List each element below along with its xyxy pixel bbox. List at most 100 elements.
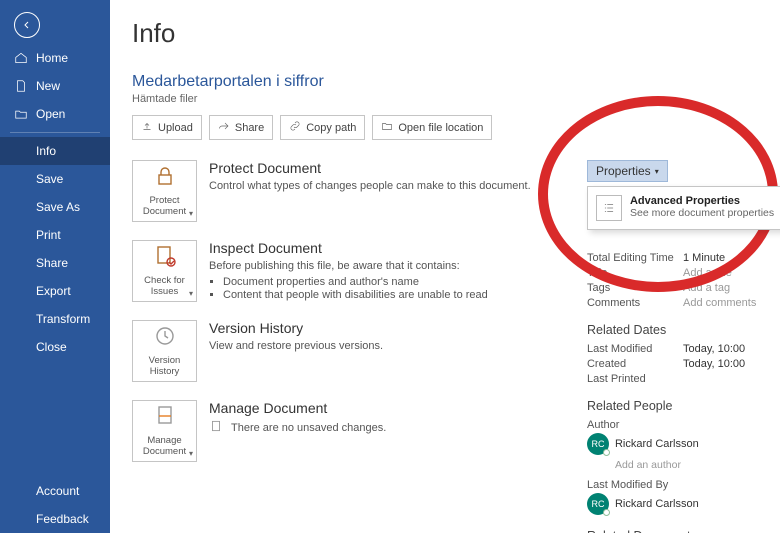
check-issues-button[interactable]: Check for Issues ▾ — [132, 240, 197, 302]
protect-document-button[interactable]: Protect Document ▾ — [132, 160, 197, 222]
history-icon — [153, 324, 177, 352]
new-doc-icon — [14, 79, 28, 93]
inspect-issue-item: Content that people with disabilities ar… — [223, 289, 488, 301]
backstage-sidebar: Home New Open Info Save Save As Print Sh… — [0, 0, 110, 533]
popover-desc: See more document properties — [630, 207, 774, 220]
prop-key: Last Printed — [587, 373, 683, 385]
sidebar-item-label: Info — [36, 144, 56, 158]
sidebar-item-info[interactable]: Info — [0, 137, 110, 165]
manage-desc: There are no unsaved changes. — [231, 422, 386, 434]
sidebar-item-label: Feedback — [36, 512, 89, 526]
prop-key: Last Modified — [587, 343, 683, 355]
share-icon — [218, 120, 230, 135]
prop-key: Tags — [587, 282, 683, 294]
chevron-down-icon: ▾ — [189, 449, 193, 458]
document-title: Medarbetarportalen i siffror — [132, 73, 780, 91]
sidebar-item-home[interactable]: Home — [0, 44, 110, 72]
version-history-button[interactable]: Version History — [132, 320, 197, 382]
sidebar-item-transform[interactable]: Transform — [0, 305, 110, 333]
history-desc: View and restore previous versions. — [209, 339, 383, 354]
check-issues-icon — [153, 244, 177, 272]
manage-doc-icon — [153, 404, 177, 432]
upload-button[interactable]: Upload — [132, 115, 202, 140]
prop-key: Comments — [587, 297, 683, 309]
prop-placeholder[interactable]: Add comments — [683, 297, 756, 309]
manage-heading: Manage Document — [209, 400, 386, 416]
share-button[interactable]: Share — [209, 115, 273, 140]
lock-icon — [153, 164, 177, 192]
modifiedby-person[interactable]: RC Rickard Carlsson — [587, 493, 780, 515]
properties-dropdown[interactable]: Properties ▾ — [587, 160, 668, 182]
sidebar-item-label: Export — [36, 284, 71, 298]
prop-key: Author — [587, 419, 683, 431]
history-heading: Version History — [209, 320, 383, 336]
inspect-desc: Before publishing this file, be aware th… — [209, 259, 488, 274]
sidebar-item-label: Save — [36, 172, 63, 186]
avatar: RC — [587, 493, 609, 515]
home-icon — [14, 51, 28, 65]
prop-value: Today, 10:00 — [683, 343, 745, 355]
properties-panel: Properties ▾ Advanced Properties See mor… — [587, 160, 780, 533]
upload-icon — [141, 120, 153, 135]
prop-value: Today, 10:00 — [683, 358, 745, 370]
arrow-left-icon — [21, 19, 33, 31]
open-icon — [14, 107, 28, 121]
sidebar-item-account[interactable]: Account — [0, 477, 110, 505]
popover-title: Advanced Properties — [630, 195, 774, 207]
document-icon — [209, 419, 223, 436]
back-button[interactable] — [14, 12, 40, 38]
main-area: Info Medarbetarportalen i siffror Hämtad… — [110, 0, 780, 533]
prop-key: Total Editing Time — [587, 252, 683, 264]
prop-key: Title — [587, 267, 683, 279]
prop-key: Last Modified By — [587, 479, 683, 491]
chevron-down-icon: ▾ — [655, 167, 659, 176]
info-toolbar: Upload Share Copy path Open file locatio… — [132, 115, 780, 140]
sidebar-item-saveas[interactable]: Save As — [0, 193, 110, 221]
sidebar-item-label: New — [36, 79, 60, 93]
sidebar-item-close[interactable]: Close — [0, 333, 110, 361]
sidebar-separator — [10, 132, 100, 133]
sidebar-item-save[interactable]: Save — [0, 165, 110, 193]
chevron-down-icon: ▾ — [189, 289, 193, 298]
properties-list-icon — [596, 195, 622, 221]
copy-path-button[interactable]: Copy path — [280, 115, 365, 140]
add-author-link[interactable]: Add an author — [615, 459, 780, 471]
person-name: Rickard Carlsson — [615, 438, 699, 450]
sidebar-item-label: Home — [36, 51, 68, 65]
protect-heading: Protect Document — [209, 160, 531, 176]
prop-key: Created — [587, 358, 683, 370]
sidebar-item-label: Close — [36, 340, 67, 354]
related-people-heading: Related People — [587, 399, 780, 413]
sidebar-item-label: Account — [36, 484, 79, 498]
document-location: Hämtade filer — [132, 93, 780, 105]
link-icon — [289, 120, 301, 135]
sidebar-item-share[interactable]: Share — [0, 249, 110, 277]
sidebar-item-label: Save As — [36, 200, 80, 214]
prop-placeholder[interactable]: Add a tag — [683, 282, 730, 294]
inspect-heading: Inspect Document — [209, 240, 488, 256]
sidebar-item-export[interactable]: Export — [0, 277, 110, 305]
prop-value: 1 Minute — [683, 252, 725, 264]
inspect-issue-item: Document properties and author's name — [223, 276, 488, 288]
manage-document-button[interactable]: Manage Document ▾ — [132, 400, 197, 462]
inspect-issue-list: Document properties and author's name Co… — [223, 276, 488, 301]
sidebar-item-open[interactable]: Open — [0, 100, 110, 128]
sidebar-item-label: Share — [36, 256, 68, 270]
prop-placeholder[interactable]: Add a title — [683, 267, 732, 279]
folder-icon — [381, 120, 393, 135]
sidebar-item-print[interactable]: Print — [0, 221, 110, 249]
related-documents-heading: Related Documents — [587, 529, 780, 533]
author-person[interactable]: RC Rickard Carlsson — [587, 433, 780, 455]
open-location-button[interactable]: Open file location — [372, 115, 492, 140]
sidebar-item-feedback[interactable]: Feedback — [0, 505, 110, 533]
related-dates-heading: Related Dates — [587, 323, 780, 337]
avatar: RC — [587, 433, 609, 455]
chevron-down-icon: ▾ — [189, 209, 193, 218]
advanced-properties-popover[interactable]: Advanced Properties See more document pr… — [587, 186, 780, 230]
sidebar-item-label: Transform — [36, 312, 90, 326]
person-name: Rickard Carlsson — [615, 498, 699, 510]
sidebar-item-new[interactable]: New — [0, 72, 110, 100]
page-title: Info — [132, 18, 780, 49]
protect-desc: Control what types of changes people can… — [209, 179, 531, 194]
sidebar-item-label: Print — [36, 228, 61, 242]
